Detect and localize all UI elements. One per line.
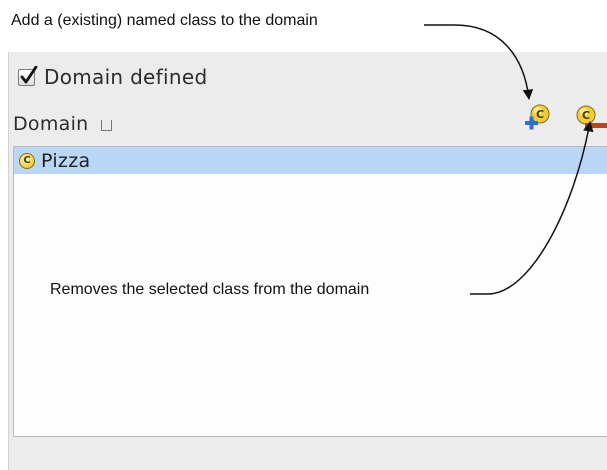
add-callout-arrow bbox=[424, 24, 534, 101]
remove-callout-arrow bbox=[470, 120, 594, 295]
callout-arrows bbox=[424, 24, 594, 295]
